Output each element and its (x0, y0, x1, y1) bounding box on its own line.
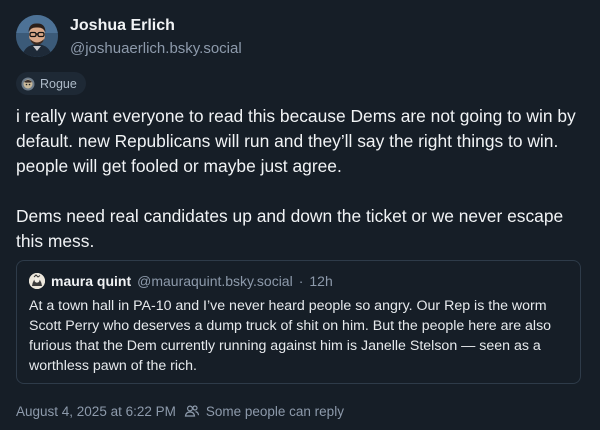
quoted-post-card[interactable]: maura quint @mauraquint.bsky.social · 12… (16, 260, 581, 384)
quoted-post-header: maura quint @mauraquint.bsky.social · 12… (29, 273, 333, 289)
post-footer: August 4, 2025 at 6:22 PM Some people ca… (16, 403, 344, 419)
people-icon (184, 403, 200, 419)
author-avatar[interactable] (16, 15, 58, 57)
quoted-author-name[interactable]: maura quint (51, 273, 131, 289)
label-text: Rogue (40, 76, 77, 91)
quoted-post-text: At a town hall in PA-10 and I’ve never h… (29, 298, 552, 374)
reply-setting-link[interactable]: Some people can reply (206, 404, 344, 419)
post-thread-item: Joshua Erlich @joshuaerlich.bsky.social … (0, 0, 600, 430)
quoted-avatar-icon (29, 273, 45, 289)
quoted-separator: · (298, 273, 304, 289)
rogue-icon (21, 77, 35, 91)
quoted-author-handle[interactable]: @mauraquint.bsky.social (137, 273, 293, 289)
author-handle[interactable]: @joshuaerlich.bsky.social (70, 40, 242, 57)
post-timestamp: August 4, 2025 at 6:22 PM (16, 403, 176, 419)
quoted-post-time[interactable]: 12h (309, 273, 332, 289)
author-display-name[interactable]: Joshua Erlich (70, 17, 175, 35)
label-badge[interactable]: Rogue (16, 72, 86, 95)
post-body-text: i really want everyone to read this beca… (16, 106, 576, 251)
avatar-photo-icon (16, 15, 58, 57)
quoted-author-avatar[interactable] (29, 273, 45, 289)
